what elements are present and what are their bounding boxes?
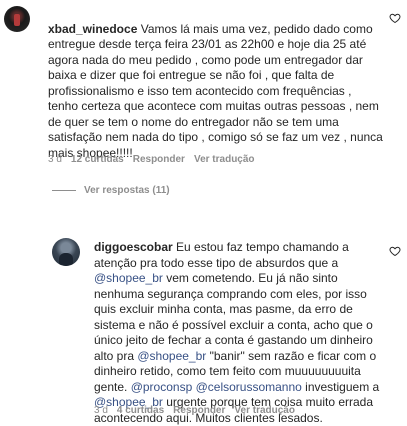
comment-time: 3 d <box>48 154 62 165</box>
reply-text: diggoescobar Eu estou faz tempo chamando… <box>94 240 394 426</box>
mention-link[interactable]: @proconsp <box>131 380 193 394</box>
reply-button[interactable]: Responder <box>173 405 225 416</box>
mention-link[interactable]: @shopee_br <box>137 349 206 363</box>
mention-link[interactable]: @shopee_br <box>94 271 163 285</box>
heart-outline-icon[interactable] <box>389 245 401 257</box>
heart-outline-icon[interactable] <box>389 12 401 24</box>
translate-button[interactable]: Ver tradução <box>194 154 255 165</box>
mention-link[interactable]: @celsorussomanno <box>196 380 302 394</box>
avatar[interactable] <box>52 238 80 266</box>
reply-text-segment: investiguem a <box>305 379 380 394</box>
avatar[interactable] <box>4 6 30 32</box>
likes-count[interactable]: 4 curtidas <box>117 405 164 416</box>
reply-meta: 3 d 4 curtidas Responder Ver tradução <box>94 405 295 416</box>
reply-username[interactable]: diggoescobar <box>94 240 173 254</box>
view-replies-button[interactable]: Ver respostas (11) <box>52 185 170 196</box>
comment-meta: 3 d 12 curtidas Responder Ver tradução <box>48 154 255 165</box>
reply-button[interactable]: Responder <box>133 154 185 165</box>
reply-time: 3 d <box>94 405 108 416</box>
divider-line <box>52 190 76 191</box>
likes-count[interactable]: 12 curtidas <box>71 154 124 165</box>
comment-body: Vamos lá mais uma vez, pedido dado como … <box>48 21 383 160</box>
reply-body: Eu estou faz tempo chamando a atenção pr… <box>94 240 379 425</box>
comment-username[interactable]: xbad_winedoce <box>48 22 137 36</box>
comment-text: xbad_winedoce Vamos lá mais uma vez, ped… <box>48 6 384 161</box>
view-replies-label: Ver respostas (11) <box>84 185 170 196</box>
translate-button[interactable]: Ver tradução <box>234 405 295 416</box>
